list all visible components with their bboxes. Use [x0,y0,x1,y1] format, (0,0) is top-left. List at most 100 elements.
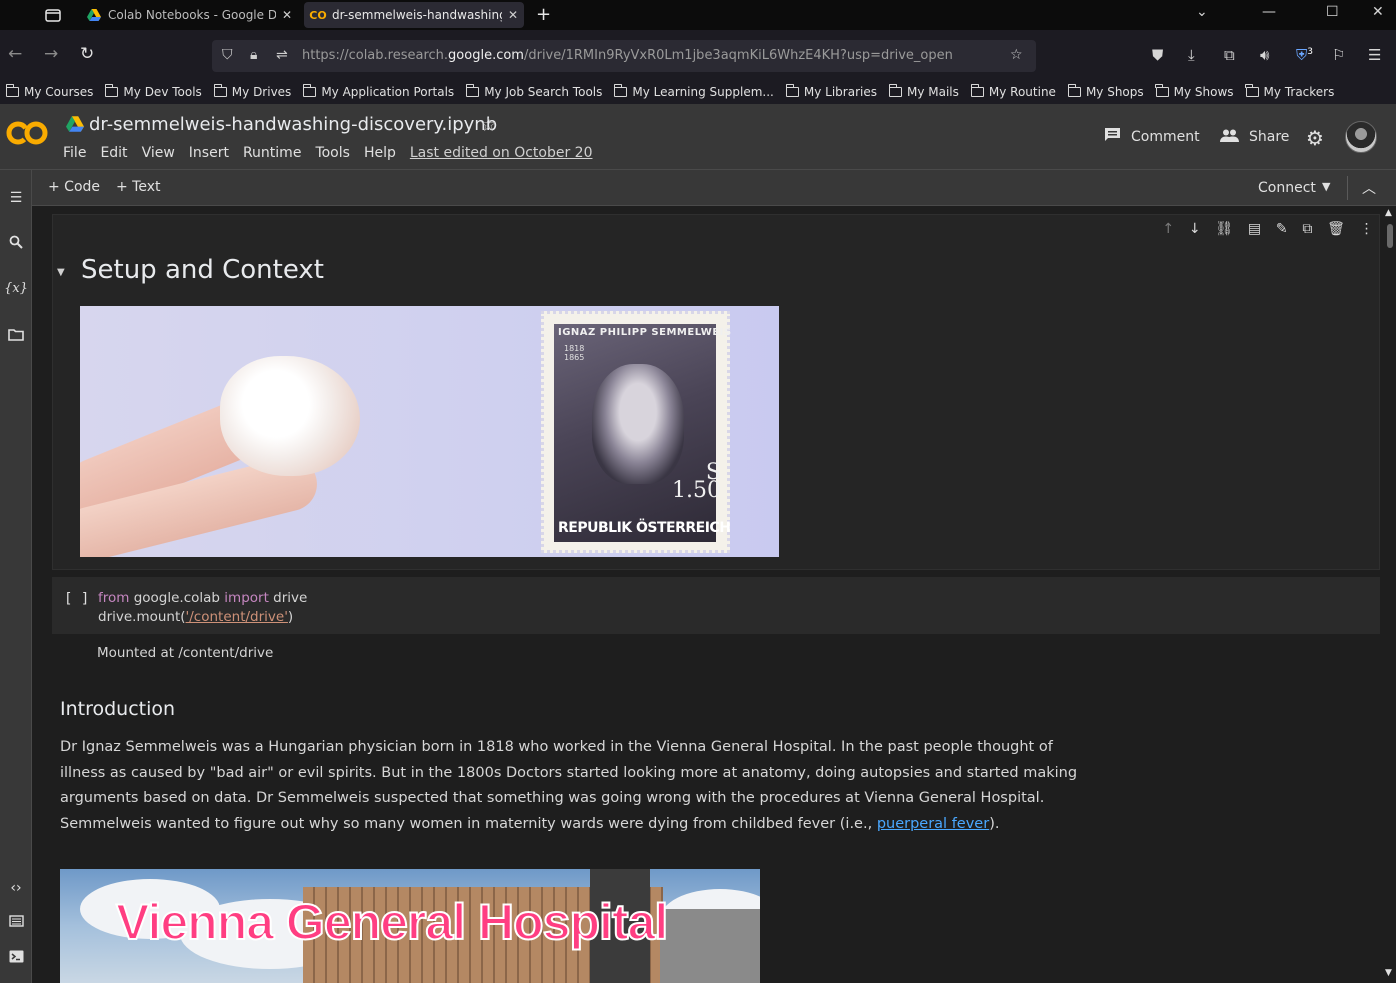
puerperal-fever-link[interactable]: puerperal fever [877,816,989,832]
notebook-scrollbar[interactable]: ▲ ▼ [1384,206,1396,983]
run-cell-button[interactable]: [ ] [64,591,89,607]
url-bar[interactable]: ⛉ 🔒︎ ⇌ https://colab.research.google.com… [212,40,1036,72]
people-icon [1220,127,1239,146]
browser-tab-drive[interactable]: Colab Notebooks - Google Drive ✕ [80,2,298,28]
extensions-icon[interactable]: ⧉ [1224,46,1235,64]
forward-icon[interactable]: → [44,44,58,64]
chevron-up-icon[interactable]: ︿ [1362,178,1376,198]
bookmark-label: My Drives [231,85,292,99]
profile-extension-icon[interactable]: ⚐ [1332,46,1345,64]
folder-icon [5,84,19,97]
move-cell-up-icon[interactable]: ↑ [1162,221,1174,237]
bookmark-folder[interactable]: My Job Search Tools [465,84,603,99]
bookmark-folder[interactable]: My Routine [970,84,1056,99]
toolbar-divider [1347,176,1348,200]
folder-icon [614,84,628,97]
colab-logo-icon[interactable] [6,118,48,148]
bookmark-folder[interactable]: My Application Portals [303,84,454,99]
bookmark-folder[interactable]: My Trackers [1245,84,1334,99]
scrollbar-thumb[interactable] [1387,224,1393,248]
menu-view[interactable]: View [142,145,175,161]
permissions-icon[interactable]: ⇌ [276,47,288,63]
link-icon[interactable]: ⛓ [1215,221,1233,237]
folder-icon [970,84,984,97]
avatar[interactable] [1345,121,1377,153]
command-palette-icon[interactable] [4,915,28,931]
bookmark-star-icon[interactable]: ☆ [1010,47,1023,63]
close-tab-icon[interactable]: ✕ [282,8,292,22]
edit-pencil-icon[interactable]: ✎ [1276,221,1288,237]
bookmark-label: My Libraries [803,85,877,99]
speaker-icon[interactable]: 🔊︎ [1260,46,1269,64]
cell-toolbar: ↑ ↓ ⛓ ▤ ✎ ⧉ 🗑︎ ⋮ [1155,216,1381,242]
vienna-hospital-image: Vienna General Hospital [60,869,760,983]
bookmark-folder[interactable]: My Dev Tools [105,84,202,99]
bookmark-folder[interactable]: My Courses [5,84,93,99]
extension-badge-icon[interactable]: ⛨3 [1296,46,1313,64]
pocket-icon[interactable]: ⛊ [1152,46,1163,64]
menu-icon[interactable]: ☰ [1368,46,1381,64]
menu-insert[interactable]: Insert [189,145,229,161]
stamp-portrait: IGNAZ PHILIPP SEMMELWEIS 1818 1865 S 1.5… [554,324,731,542]
list-all-tabs-icon[interactable]: ⌄ [1196,4,1208,20]
tab-title: dr-semmelweis-handwashing-discovery.ipyn… [332,8,502,22]
share-button[interactable]: Share [1220,127,1289,146]
new-tab-icon[interactable]: + [536,4,551,25]
collapse-section-icon[interactable]: ▼ [57,267,65,278]
bookmark-folder[interactable]: My Libraries [785,84,877,99]
bookmark-label: My Job Search Tools [484,85,603,99]
files-folder-icon[interactable] [4,328,28,345]
menu-file[interactable]: File [63,145,86,161]
menu-tools[interactable]: Tools [315,145,350,161]
download-icon[interactable]: ⤓ [1188,46,1195,64]
add-code-cell-button[interactable]: + Code [48,179,100,195]
comment-button[interactable]: Comment [1104,127,1200,146]
search-icon[interactable] [4,235,28,253]
last-edited-link[interactable]: Last edited on October 20 [410,145,593,161]
delete-icon[interactable]: 🗑︎ [1327,221,1345,237]
star-icon[interactable]: ☆ [480,114,497,136]
bookmark-folder[interactable]: My Learning Supplem... [614,84,774,99]
reload-icon[interactable]: ↻ [80,44,94,64]
chevron-down-icon[interactable]: ▼ [1322,180,1330,193]
variables-icon[interactable]: {x} [4,281,28,296]
minimize-icon[interactable]: — [1262,4,1276,20]
bookmark-label: My Shops [1085,85,1144,99]
bookmark-folder[interactable]: My Mails [888,84,959,99]
bookmark-folder[interactable]: My Drives [213,84,292,99]
menu-runtime[interactable]: Runtime [243,145,301,161]
shield-icon[interactable]: ⛉ [222,47,233,63]
browser-tab-colab[interactable]: CO dr-semmelweis-handwashing-discovery.i… [304,2,524,28]
mirror-cell-icon[interactable]: ⧉ [1302,221,1312,237]
notebook-title[interactable]: dr-semmelweis-handwashing-discovery.ipyn… [89,114,497,135]
menu-edit[interactable]: Edit [100,145,127,161]
bookmark-folder[interactable]: My Shops [1067,84,1144,99]
bookmark-folder[interactable]: My Shows [1155,84,1234,99]
code-editor[interactable]: from google.colab import drive drive.mou… [98,589,307,627]
text-cell[interactable]: ▼ Setup and Context IGNAZ PHILIPP SEMMEL… [52,214,1380,570]
connect-button[interactable]: Connect [1258,180,1316,196]
close-window-icon[interactable]: ✕ [1372,4,1384,20]
notebook-content[interactable]: ▼ Setup and Context IGNAZ PHILIPP SEMMEL… [33,206,1384,983]
maximize-icon[interactable]: ☐ [1326,4,1339,20]
table-of-contents-icon[interactable]: ☰ [4,190,28,206]
scroll-down-icon[interactable]: ▼ [1385,968,1392,978]
code-snippets-icon[interactable]: ‹› [4,880,28,896]
tab-overview-icon[interactable] [40,4,66,26]
google-drive-icon[interactable] [66,116,84,136]
gear-icon[interactable]: ⚙ [1306,126,1324,150]
comment-icon[interactable]: ▤ [1248,221,1261,237]
scroll-up-icon[interactable]: ▲ [1385,208,1392,218]
back-icon[interactable]: ← [8,44,22,64]
folder-icon [303,84,317,97]
move-cell-down-icon[interactable]: ↓ [1189,221,1201,237]
url-text[interactable]: https://colab.research.google.com/drive/… [302,48,953,63]
code-cell[interactable]: [ ] from google.colab import drive drive… [52,577,1380,634]
terminal-icon[interactable] [4,950,28,967]
more-options-icon[interactable]: ⋮ [1360,221,1374,237]
lock-icon[interactable]: 🔒︎ [250,47,257,63]
add-text-cell-button[interactable]: + Text [116,179,161,195]
bookmark-label: My Dev Tools [123,85,202,99]
close-tab-icon[interactable]: ✕ [508,8,518,22]
menu-help[interactable]: Help [364,145,396,161]
